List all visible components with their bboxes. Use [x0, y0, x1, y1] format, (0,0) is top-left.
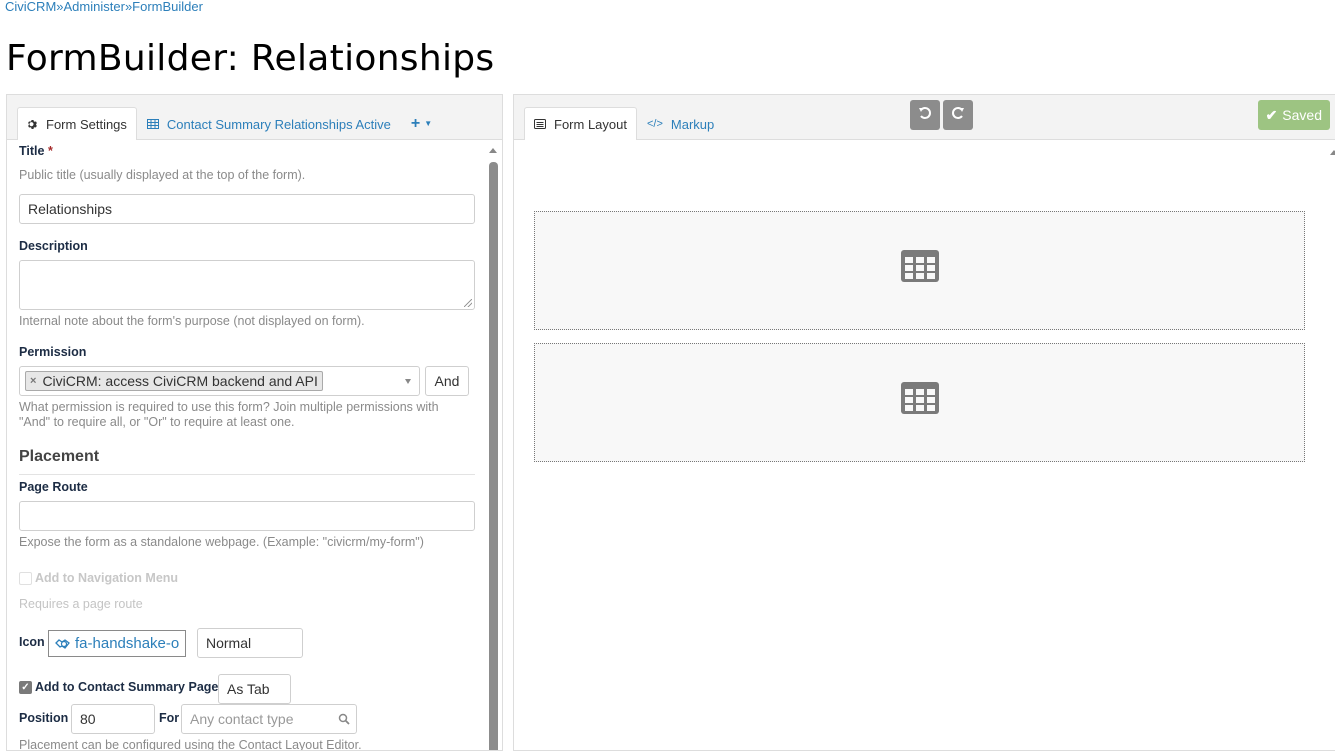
tab-form-settings[interactable]: Form Settings [17, 107, 137, 140]
description-help: Internal note about the form's purpose (… [19, 314, 365, 328]
undo-icon [918, 106, 932, 125]
plus-icon: + [410, 114, 421, 132]
handshake-icon [55, 638, 70, 650]
table-icon [900, 250, 939, 287]
placement-help: Placement can be configured using the Co… [19, 738, 362, 750]
add-element-dropdown[interactable]: + ▼ [401, 107, 442, 140]
title-input[interactable]: Relationships [19, 194, 475, 224]
gear-icon [27, 119, 38, 130]
title-label: Title * [19, 144, 53, 158]
icon-label: Icon [19, 635, 45, 649]
permission-operator-select[interactable]: And [425, 366, 469, 396]
breadcrumb-formbuilder[interactable]: FormBuilder [132, 0, 203, 14]
description-label: Description [19, 239, 88, 253]
nav-menu-help: Requires a page route [19, 597, 143, 611]
breadcrumb-separator: » [56, 0, 64, 14]
page-route-label: Page Route [19, 480, 88, 494]
breadcrumb: CiviCRM»Administer»FormBuilder [5, 0, 203, 14]
search-display-block[interactable] [534, 211, 1305, 330]
left-panel-tabbar: Form Settings Contact Summary Relationsh… [7, 95, 502, 140]
tab-form-layout[interactable]: Form Layout [524, 107, 637, 140]
code-icon: </> [646, 118, 663, 130]
undo-button[interactable] [910, 100, 940, 130]
icon-size-select[interactable]: Normal [197, 628, 303, 658]
permission-help-line-1: What permission is required to use this … [19, 400, 439, 414]
scroll-up-arrow-icon[interactable] [1330, 150, 1335, 155]
contact-summary-mode-select[interactable]: As Tab [218, 674, 291, 704]
tab-label: Form Layout [554, 116, 627, 132]
divider [19, 474, 475, 475]
page-route-input[interactable] [19, 501, 475, 531]
scroll-up-arrow-icon[interactable] [489, 148, 497, 153]
permission-label: Permission [19, 345, 87, 359]
list-icon [534, 119, 546, 129]
for-label: For [159, 711, 180, 725]
description-textarea[interactable] [19, 260, 475, 310]
form-layout-canvas [514, 140, 1335, 750]
breadcrumb-civicrm[interactable]: CiviCRM [5, 0, 56, 14]
position-label: Position [19, 711, 69, 725]
search-icon [338, 712, 350, 728]
breadcrumb-administer[interactable]: Administer [64, 0, 125, 14]
page-route-help: Expose the form as a standalone webpage.… [19, 535, 424, 549]
permission-chip: × CiviCRM: access CiviCRM backend and AP… [25, 371, 323, 391]
history-toolbar [910, 100, 973, 130]
table-icon [146, 119, 159, 129]
tab-label: Form Settings [46, 116, 127, 132]
caret-down-icon: ▼ [424, 119, 433, 128]
form-layout-panel: Form Layout </> Markup ✔ Saved [513, 94, 1335, 751]
add-to-navigation-menu-checkbox[interactable]: Add to Navigation Menu [19, 571, 178, 585]
right-panel-tabbar: Form Layout </> Markup ✔ Saved [514, 95, 1335, 140]
resize-handle[interactable] [464, 299, 472, 307]
page-title: FormBuilder: Relationships [6, 38, 495, 79]
left-panel-scrollbar[interactable] [488, 140, 498, 750]
tab-label: Contact Summary Relationships Active [166, 116, 391, 132]
required-mark: * [47, 144, 53, 158]
tab-label: Markup [670, 116, 715, 132]
add-to-contact-summary-checkbox[interactable]: ✓ Add to Contact Summary Page [19, 680, 218, 694]
remove-icon[interactable]: × [30, 375, 36, 387]
scrollbar-thumb[interactable] [489, 162, 498, 750]
table-icon [900, 382, 939, 419]
form-settings-body: Title * Public title (usually displayed … [7, 140, 502, 750]
redo-icon [951, 106, 965, 125]
tab-contact-summary-relationships-active[interactable]: Contact Summary Relationships Active [137, 107, 401, 140]
check-icon: ✔ [1265, 106, 1278, 123]
tab-markup[interactable]: </> Markup [637, 107, 724, 140]
placement-heading: Placement [19, 448, 100, 465]
dropdown-caret-icon [405, 379, 411, 384]
position-input[interactable]: 80 [71, 704, 155, 734]
icon-picker-button[interactable]: fa-handshake-o [48, 630, 187, 657]
checkbox-checked[interactable]: ✓ [19, 680, 32, 694]
search-display-block[interactable] [534, 343, 1305, 462]
checkbox[interactable] [19, 571, 32, 585]
redo-button[interactable] [943, 100, 973, 130]
permission-select[interactable]: × CiviCRM: access CiviCRM backend and AP… [19, 366, 420, 396]
permission-help-line-2: "And" to require all, or "Or" to require… [19, 415, 295, 429]
form-settings-panel: Form Settings Contact Summary Relationsh… [6, 94, 503, 751]
saved-button[interactable]: ✔ Saved [1257, 100, 1330, 130]
contact-type-select[interactable]: Any contact type [181, 704, 357, 734]
title-help: Public title (usually displayed at the t… [19, 168, 306, 182]
